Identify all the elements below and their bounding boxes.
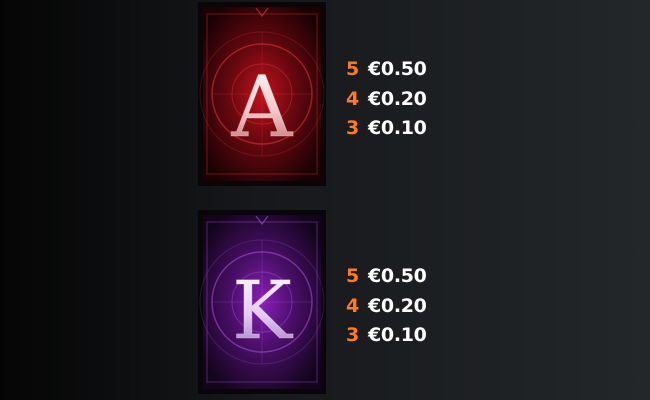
pay-row: 4 €0.20: [346, 85, 456, 115]
pay-row: 3 €0.10: [346, 114, 456, 144]
ace-paytable: 5 €0.50 4 €0.20 3 €0.10: [346, 55, 456, 144]
match-count: 4: [346, 294, 360, 317]
pay-row: 5 €0.50: [346, 55, 456, 85]
payout-value: €0.50: [368, 58, 427, 81]
match-count: 3: [346, 324, 360, 347]
king-letter: K: [232, 264, 293, 357]
match-count: 5: [346, 58, 360, 81]
pay-row: 4 €0.20: [346, 292, 456, 322]
ace-symbol-art: A: [198, 2, 326, 186]
match-count: 5: [346, 265, 360, 288]
king-paytable: 5 €0.50 4 €0.20 3 €0.10: [346, 262, 456, 351]
payout-value: €0.20: [368, 87, 427, 110]
payout-value: €0.50: [368, 265, 427, 288]
pay-row: 3 €0.10: [346, 321, 456, 351]
king-symbol-card: K: [198, 210, 326, 394]
match-count: 3: [346, 117, 360, 140]
ace-letter: A: [231, 58, 294, 156]
match-count: 4: [346, 87, 360, 110]
payout-value: €0.10: [368, 324, 427, 347]
king-symbol-art: K: [198, 210, 326, 394]
pay-row: 5 €0.50: [346, 262, 456, 292]
payout-value: €0.10: [368, 117, 427, 140]
ace-symbol-card: A: [198, 2, 326, 186]
payout-value: €0.20: [368, 294, 427, 317]
